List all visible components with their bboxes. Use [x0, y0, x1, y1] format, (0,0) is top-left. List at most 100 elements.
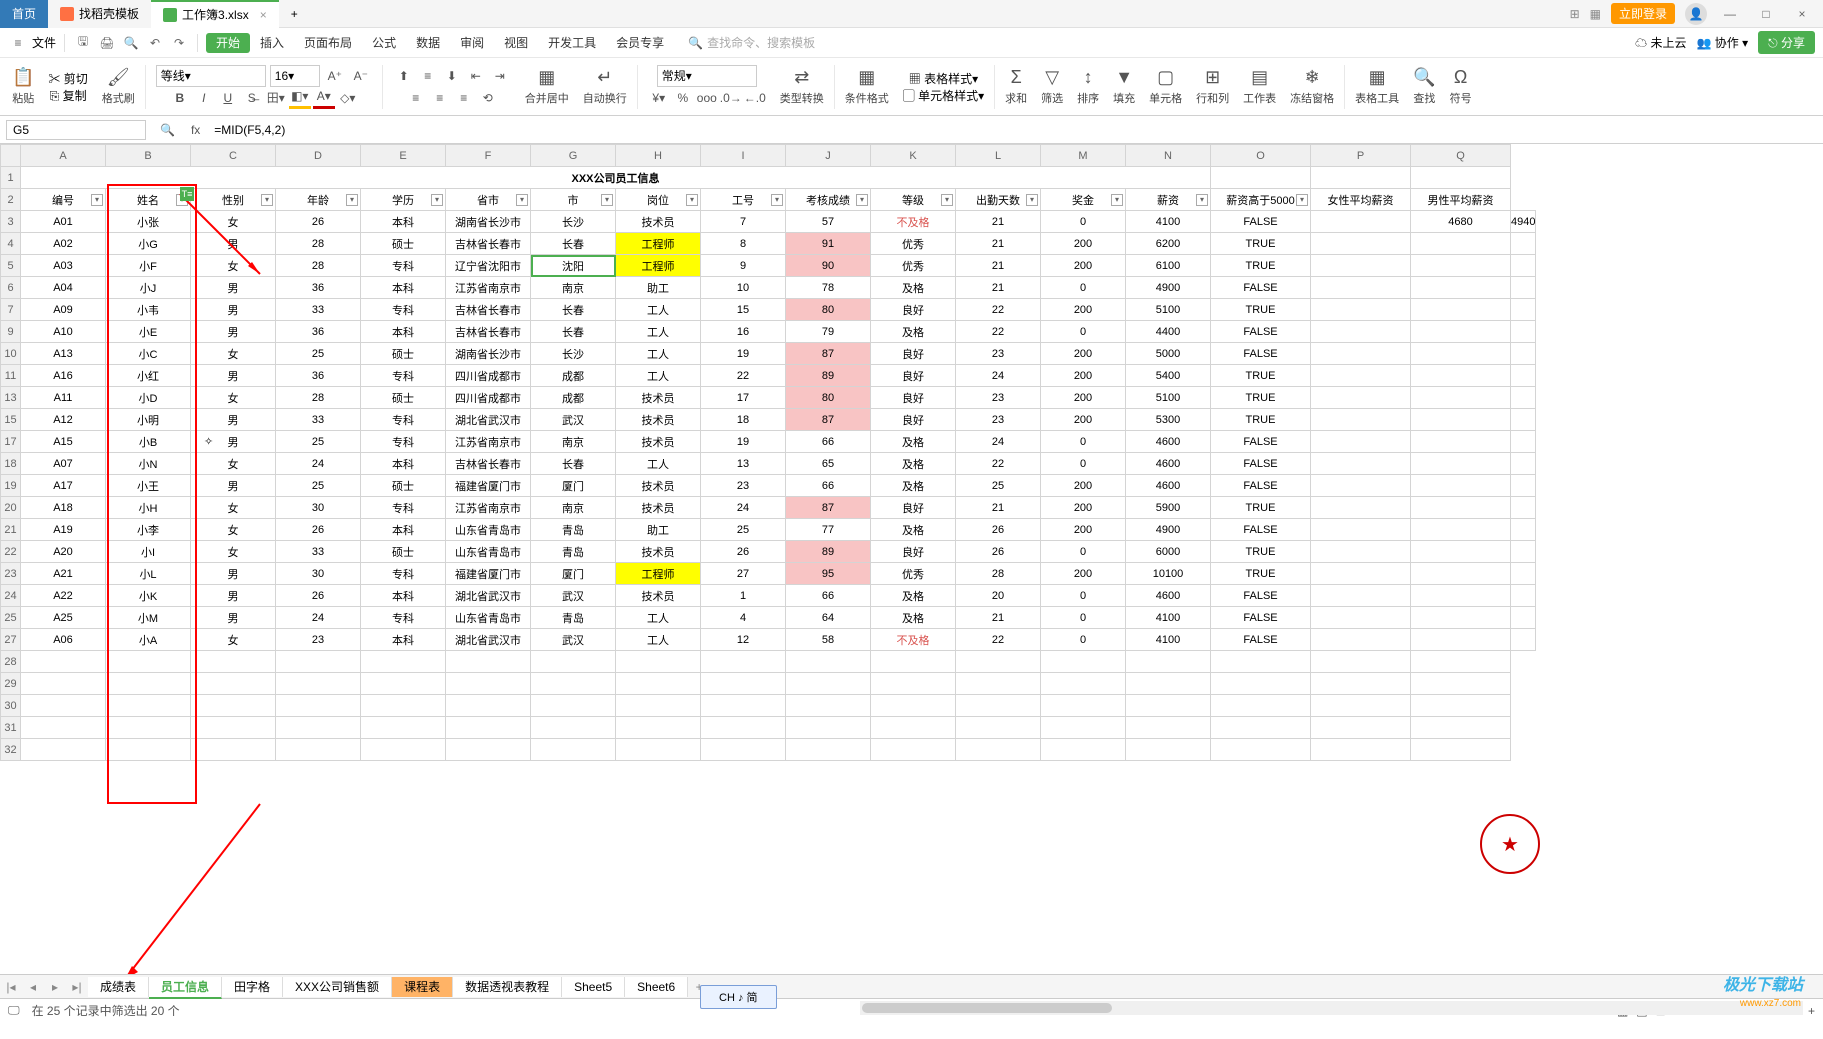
cell[interactable]: [1411, 299, 1511, 321]
cell[interactable]: [106, 651, 191, 673]
cell[interactable]: A25: [21, 607, 106, 629]
sheet-tab[interactable]: 员工信息: [149, 977, 222, 999]
cell[interactable]: [1041, 673, 1126, 695]
sheet-button[interactable]: ▤工作表: [1239, 67, 1280, 106]
col-header[interactable]: N: [1126, 145, 1211, 167]
cell[interactable]: [1211, 739, 1311, 761]
cell[interactable]: [1511, 277, 1536, 299]
cell[interactable]: 专科: [361, 563, 446, 585]
col-header[interactable]: O: [1211, 145, 1311, 167]
cell[interactable]: 22: [956, 629, 1041, 651]
cell[interactable]: 技术员: [616, 541, 701, 563]
cell[interactable]: 本科: [361, 629, 446, 651]
align-right-button[interactable]: ≡: [453, 87, 475, 109]
cell[interactable]: A19: [21, 519, 106, 541]
cell[interactable]: [361, 717, 446, 739]
cell[interactable]: 4900: [1126, 519, 1211, 541]
type-convert-button[interactable]: ⇄类型转换: [776, 67, 828, 106]
cell[interactable]: [786, 695, 871, 717]
cell[interactable]: [956, 739, 1041, 761]
font-size-combo[interactable]: 16 ▾: [270, 65, 320, 87]
fill-button[interactable]: ▼填充: [1109, 67, 1139, 106]
align-left-button[interactable]: ≡: [405, 87, 427, 109]
row-header[interactable]: 30: [1, 695, 21, 717]
minimize-button[interactable]: —: [1717, 7, 1743, 21]
cell[interactable]: [1311, 519, 1411, 541]
filter-arrow-icon[interactable]: ▾: [1296, 194, 1308, 206]
filter-arrow-icon[interactable]: ▾: [516, 194, 528, 206]
cell[interactable]: FALSE: [1211, 431, 1311, 453]
cell[interactable]: 65: [786, 453, 871, 475]
cell[interactable]: [276, 739, 361, 761]
cell[interactable]: 25: [276, 343, 361, 365]
cell[interactable]: [531, 695, 616, 717]
col-header[interactable]: H: [616, 145, 701, 167]
cell[interactable]: 6000: [1126, 541, 1211, 563]
cell[interactable]: [1311, 255, 1411, 277]
cell[interactable]: TRUE: [1211, 497, 1311, 519]
cell[interactable]: TRUE: [1211, 409, 1311, 431]
cell[interactable]: 26: [956, 519, 1041, 541]
align-center-button[interactable]: ≡: [429, 87, 451, 109]
cell[interactable]: [701, 651, 786, 673]
row-header[interactable]: 11: [1, 365, 21, 387]
cell[interactable]: 厦门: [531, 563, 616, 585]
filter-arrow-icon[interactable]: ▾: [1111, 194, 1123, 206]
cell[interactable]: 技术员: [616, 431, 701, 453]
cell[interactable]: [1411, 475, 1511, 497]
cell[interactable]: 33: [276, 409, 361, 431]
cell[interactable]: [276, 717, 361, 739]
cell[interactable]: 长沙: [531, 211, 616, 233]
col-header[interactable]: E: [361, 145, 446, 167]
cell[interactable]: 小王: [106, 475, 191, 497]
cell[interactable]: [21, 695, 106, 717]
cell[interactable]: 90: [786, 255, 871, 277]
cell[interactable]: 良好: [871, 387, 956, 409]
coop-button[interactable]: 👥 协作 ▾: [1697, 34, 1749, 51]
cell[interactable]: 21: [956, 497, 1041, 519]
cell[interactable]: 及格: [871, 607, 956, 629]
cell[interactable]: 7: [701, 211, 786, 233]
cell[interactable]: 沈阳: [531, 255, 616, 277]
cell[interactable]: 4: [701, 607, 786, 629]
sheet-tab[interactable]: 成绩表: [88, 977, 149, 997]
cell[interactable]: A13: [21, 343, 106, 365]
cell[interactable]: 8: [701, 233, 786, 255]
cell[interactable]: 4680: [1411, 211, 1511, 233]
cell[interactable]: 江苏省南京市: [446, 431, 531, 453]
spreadsheet-grid[interactable]: ABCDEFGHIJKLMNOPQ1XXX公司员工信息2编号▾姓名▾性别▾年龄▾…: [0, 144, 1536, 761]
cell[interactable]: 4400: [1126, 321, 1211, 343]
cell[interactable]: 80: [786, 387, 871, 409]
cell[interactable]: [1411, 739, 1511, 761]
cell[interactable]: 77: [786, 519, 871, 541]
cell[interactable]: 23: [701, 475, 786, 497]
cell[interactable]: [786, 739, 871, 761]
cell[interactable]: 工人: [616, 453, 701, 475]
cell[interactable]: 及格: [871, 519, 956, 541]
cell[interactable]: [361, 673, 446, 695]
cell[interactable]: 成都: [531, 365, 616, 387]
cell[interactable]: 男: [191, 365, 276, 387]
column-header[interactable]: 姓名▾: [106, 189, 191, 211]
sheet-tab[interactable]: Sheet6: [625, 977, 688, 997]
cell[interactable]: [1311, 365, 1411, 387]
cell[interactable]: TRUE: [1211, 299, 1311, 321]
column-header[interactable]: 奖金▾: [1041, 189, 1126, 211]
cell[interactable]: 本科: [361, 277, 446, 299]
cell[interactable]: 湖南省长沙市: [446, 343, 531, 365]
cell[interactable]: [1311, 585, 1411, 607]
cell[interactable]: FALSE: [1211, 453, 1311, 475]
cell[interactable]: 0: [1041, 211, 1126, 233]
cell[interactable]: [786, 651, 871, 673]
col-header[interactable]: P: [1311, 145, 1411, 167]
cell[interactable]: [1411, 607, 1511, 629]
cell[interactable]: 四川省成都市: [446, 387, 531, 409]
menu-tab-4[interactable]: 数据: [406, 33, 450, 53]
cell[interactable]: [1411, 541, 1511, 563]
cell[interactable]: [616, 673, 701, 695]
cell[interactable]: 专科: [361, 299, 446, 321]
cell[interactable]: 良好: [871, 343, 956, 365]
cell[interactable]: FALSE: [1211, 607, 1311, 629]
sheet-last-button[interactable]: ▸|: [66, 980, 88, 994]
copy-button[interactable]: ⎘ 复制: [50, 87, 87, 104]
